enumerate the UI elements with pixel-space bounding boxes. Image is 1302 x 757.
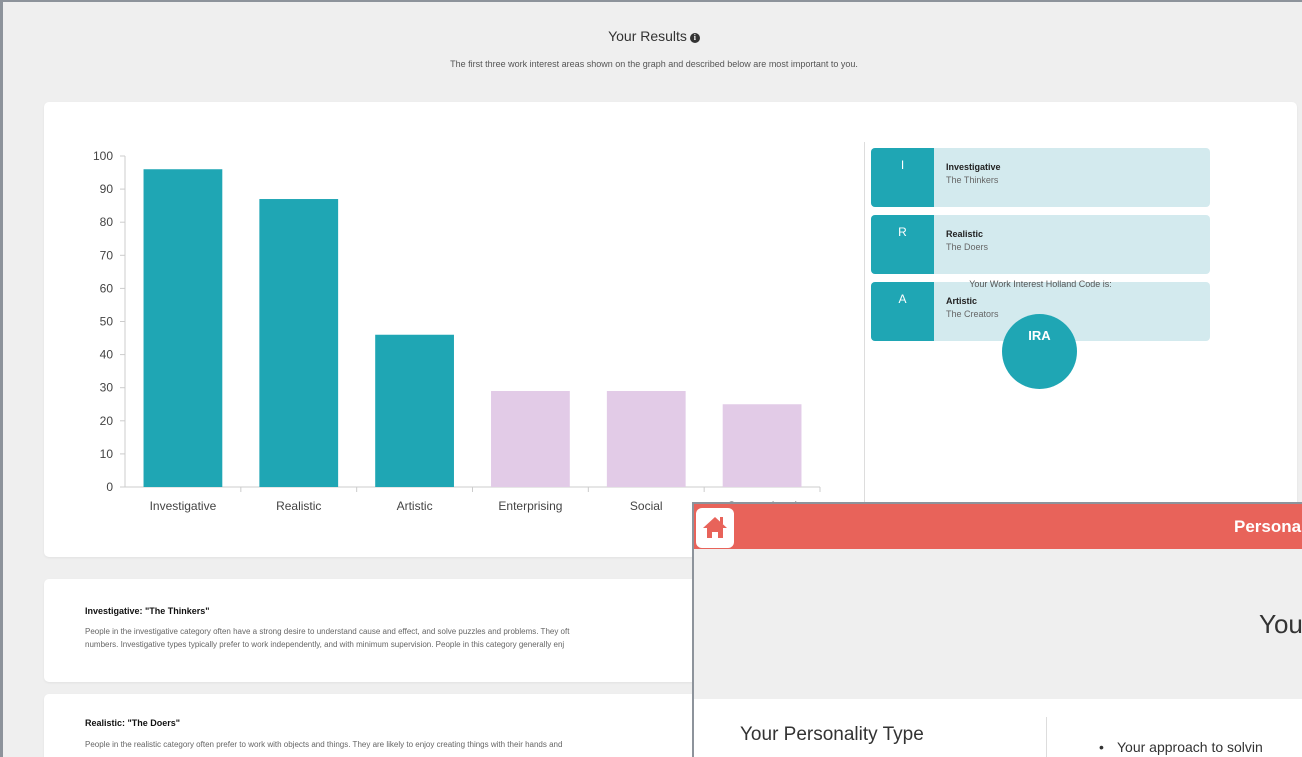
code-tagline: The Doers — [946, 242, 989, 252]
home-icon — [703, 517, 727, 538]
y-tick-label: 60 — [100, 281, 114, 295]
window-title-bar: Persona — [694, 504, 1302, 549]
description-text: People in the realistic category often p… — [85, 738, 705, 751]
y-tick-label: 10 — [100, 447, 114, 461]
description-title: Investigative: "The Thinkers" — [85, 606, 210, 616]
bullet-item: Your approach to solvin — [1099, 739, 1263, 755]
code-tagline: The Thinkers — [946, 175, 999, 185]
holland-code-label: Your Work Interest Holland Code is: — [969, 279, 1112, 289]
code-name: Artistic — [946, 296, 978, 306]
description-card-investigative: Investigative: "The Thinkers" People in … — [44, 579, 704, 682]
description-line: People in the realistic category often p… — [85, 740, 563, 749]
code-letter-badge: I — [871, 148, 934, 207]
bar-artistic — [375, 334, 454, 487]
y-tick-label: 20 — [100, 414, 114, 428]
info-icon[interactable]: i — [689, 33, 700, 43]
code-card-investigative[interactable]: I Investigative The Thinkers — [871, 148, 1210, 207]
window-heading: You — [1259, 609, 1302, 639]
bar-investigative — [143, 169, 223, 487]
code-letter-badge: R — [871, 215, 934, 274]
code-letter-badge: A — [871, 282, 934, 341]
x-tick-label: Social — [630, 499, 663, 513]
y-tick-label: 80 — [100, 215, 114, 229]
description-title: Realistic: "The Doers" — [85, 718, 181, 728]
x-tick-label: Investigative — [150, 499, 217, 513]
x-tick-label: Artistic — [397, 499, 433, 513]
y-tick-label: 70 — [100, 248, 114, 262]
bar-conventional — [722, 404, 802, 487]
x-tick-label: Enterprising — [498, 499, 562, 513]
y-tick-label: 90 — [100, 182, 114, 196]
window-hero — [694, 549, 1302, 699]
code-name: Realistic — [946, 229, 984, 239]
x-tick-label: Realistic — [276, 499, 321, 513]
bar-realistic — [259, 199, 339, 487]
window-title: Persona — [1234, 517, 1302, 536]
code-tagline: The Creators — [946, 309, 999, 319]
bar-chart: 0 10 20 30 40 50 60 70 80 90 100 Investigative Reali… — [93, 149, 821, 513]
home-button[interactable] — [696, 508, 734, 548]
section-divider — [1046, 717, 1047, 757]
section-heading: Your Personality Type — [740, 724, 924, 745]
code-name: Investigative — [946, 162, 1001, 172]
y-tick-label: 30 — [100, 381, 114, 395]
bar-social — [606, 391, 686, 487]
description-text: People in the investigative category oft… — [85, 625, 705, 651]
personality-window: Persona You Your Personality Type Your a… — [692, 502, 1302, 757]
bar-enterprising — [491, 391, 570, 487]
page-title: Your Results — [608, 28, 687, 44]
description-line: People in the investigative category oft… — [85, 627, 570, 636]
code-card-realistic[interactable]: R Realistic The Doers — [871, 215, 1210, 274]
y-tick-label: 100 — [93, 149, 113, 163]
description-card-realistic: Realistic: "The Doers" People in the rea… — [44, 694, 704, 757]
y-tick-label: 40 — [100, 348, 114, 362]
y-tick-label: 0 — [106, 480, 113, 494]
y-tick-label: 50 — [100, 315, 114, 329]
page-subtitle: The first three work interest areas show… — [450, 59, 858, 69]
description-line: numbers. Investigative types typically p… — [85, 640, 565, 649]
holland-code-badge: IRA — [1002, 314, 1077, 389]
app-window: Your Results i The first three work inter… — [0, 0, 1302, 757]
results-header: Your Results i — [3, 28, 1302, 44]
vertical-divider — [864, 142, 865, 552]
